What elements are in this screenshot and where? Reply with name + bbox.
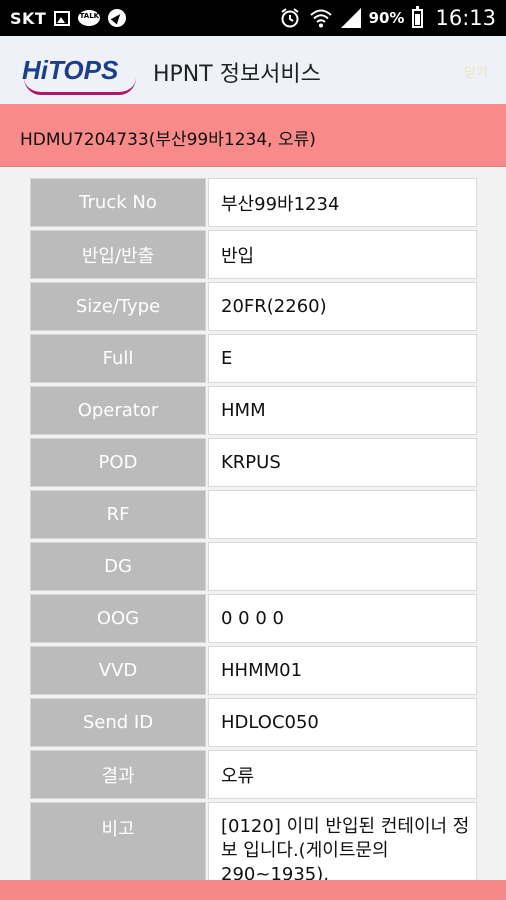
row-value bbox=[208, 542, 477, 591]
close-button[interactable]: 닫기 bbox=[464, 62, 488, 81]
table-row-pod: POD KRPUS bbox=[30, 438, 477, 487]
row-value: 20FR(2260) bbox=[208, 282, 477, 331]
row-label: Full bbox=[30, 334, 206, 383]
row-label: 결과 bbox=[30, 750, 206, 799]
app-title: HPNT 정보서비스 bbox=[153, 62, 321, 87]
signal-icon bbox=[340, 8, 361, 28]
row-label: Operator bbox=[30, 386, 206, 435]
container-title: HDMU7204733(부산99바1234, 오류) bbox=[20, 130, 316, 150]
table-row-vvd: VVD HHMM01 bbox=[30, 646, 477, 695]
table-row-send-id: Send ID HDLOC050 bbox=[30, 698, 477, 747]
row-value: 오류 bbox=[208, 750, 477, 799]
row-label: POD bbox=[30, 438, 206, 487]
wifi-icon bbox=[309, 9, 332, 28]
app-header: HiTOPS HPNT 정보서비스 닫기 bbox=[0, 36, 506, 105]
row-label: VVD bbox=[30, 646, 206, 695]
battery-icon bbox=[412, 5, 424, 28]
row-label: RF bbox=[30, 490, 206, 539]
bottom-bar bbox=[0, 880, 506, 900]
table-row-result: 결과 오류 bbox=[30, 750, 477, 799]
row-value: HHMM01 bbox=[208, 646, 477, 695]
row-value: 0 0 0 0 bbox=[208, 594, 477, 643]
table-row-rf: RF bbox=[30, 490, 477, 539]
table-row-full: Full E bbox=[30, 334, 477, 383]
row-value: [0120] 이미 반입된 컨테이너 정보 입니다.(게이트문의 290~193… bbox=[208, 802, 477, 892]
status-bar-left: SKT TALK bbox=[10, 0, 127, 36]
row-value: HDLOC050 bbox=[208, 698, 477, 747]
hitops-logo: HiTOPS bbox=[22, 52, 142, 95]
row-label: Size/Type bbox=[30, 282, 206, 331]
row-value: 부산99바1234 bbox=[208, 178, 477, 227]
table-row-oog: OOG 0 0 0 0 bbox=[30, 594, 477, 643]
status-bar: SKT TALK 90% 16:13 bbox=[0, 0, 506, 36]
row-label: Truck No bbox=[30, 178, 206, 227]
row-label: OOG bbox=[30, 594, 206, 643]
status-bar-right: 90% 16:13 bbox=[279, 0, 496, 36]
table-row-operator: Operator HMM bbox=[30, 386, 477, 435]
row-value: E bbox=[208, 334, 477, 383]
table-row-dg: DG bbox=[30, 542, 477, 591]
battery-percent: 90% bbox=[368, 9, 405, 27]
row-value bbox=[208, 490, 477, 539]
logo-swoosh bbox=[24, 78, 136, 95]
table-row-remarks: 비고 [0120] 이미 반입된 컨테이너 정보 입니다.(게이트문의 290~… bbox=[30, 802, 477, 892]
table-row-truck-no: Truck No 부산99바1234 bbox=[30, 178, 477, 227]
row-label: 비고 bbox=[30, 802, 206, 892]
image-icon bbox=[54, 10, 71, 26]
row-value: HMM bbox=[208, 386, 477, 435]
table-row-size-type: Size/Type 20FR(2260) bbox=[30, 282, 477, 331]
kakaotalk-icon: TALK bbox=[78, 10, 101, 26]
clock: 16:13 bbox=[435, 6, 496, 30]
alarm-icon bbox=[280, 8, 299, 28]
table-row-in-out: 반입/반출 반입 bbox=[30, 230, 477, 279]
row-label: DG bbox=[30, 542, 206, 591]
carrier-label: SKT bbox=[10, 8, 47, 28]
row-label: 반입/반출 bbox=[30, 230, 206, 279]
row-value: KRPUS bbox=[208, 438, 477, 487]
row-value: 반입 bbox=[208, 230, 477, 279]
container-info-bar: HDMU7204733(부산99바1234, 오류) bbox=[0, 104, 506, 167]
navigation-icon bbox=[108, 9, 127, 27]
row-label: Send ID bbox=[30, 698, 206, 747]
